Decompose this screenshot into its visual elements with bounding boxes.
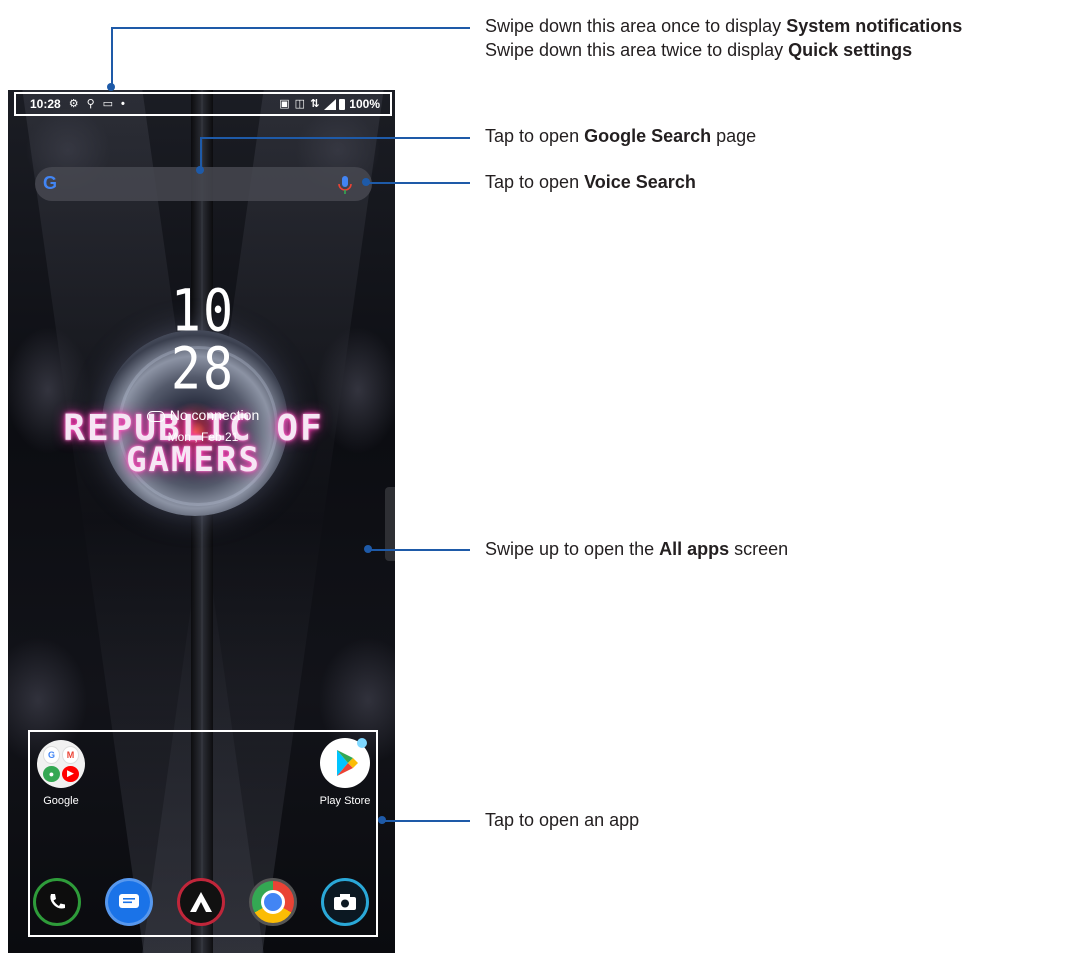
image-icon: ▭ — [102, 97, 114, 110]
callout-notifications-line1: Swipe down this area once to display Sys… — [485, 14, 962, 38]
callout-text: page — [711, 126, 757, 146]
messages-icon[interactable] — [105, 878, 153, 926]
callout-open-app: Tap to open an app — [485, 808, 639, 832]
google-mini-icon: G — [43, 746, 60, 764]
hd-voice-icon: ▣ — [279, 97, 290, 110]
phone-icon[interactable] — [33, 878, 81, 926]
callout-dot-search — [196, 166, 204, 174]
settings-icon: ⚙ — [68, 97, 79, 110]
callout-line-search-horizontal — [200, 137, 470, 139]
vibrate-icon: ◫ — [294, 97, 306, 110]
lte-icon: ⇅ — [310, 97, 320, 110]
google-folder-label: Google — [43, 795, 79, 807]
signal-icon — [324, 98, 337, 110]
callout-line-status-vertical — [111, 27, 113, 85]
callout-line-search-vertical — [200, 137, 202, 169]
callout-bold-text: Voice Search — [584, 172, 696, 192]
callout-all-apps: Swipe up to open the All apps screen — [485, 537, 788, 561]
callout-text: screen — [729, 539, 789, 559]
gmail-mini-icon: M — [62, 746, 79, 764]
callout-text: Tap to open — [485, 126, 585, 146]
weather-status[interactable]: No connection — [0, 407, 406, 423]
callout-voice-search: Tap to open Voice Search — [485, 170, 696, 194]
cloud-icon — [146, 410, 165, 422]
callout-bold-text: Quick settings — [788, 40, 913, 60]
camera-icon[interactable] — [321, 878, 369, 926]
status-time: 10:28 — [30, 97, 61, 111]
clock-hour[interactable]: 10 — [0, 278, 406, 345]
notification-dot — [357, 738, 367, 748]
weather-text: No connection — [169, 407, 260, 423]
battery-icon — [339, 98, 346, 110]
callout-text: Tap to open an app — [485, 810, 640, 830]
callout-line-voice — [366, 182, 470, 184]
callout-dot-voice — [362, 178, 370, 186]
status-right-group: ▣ ◫ ⇅ 100% — [274, 97, 380, 111]
callout-google-search: Tap to open Google Search page — [485, 124, 756, 148]
callout-dot-allapps — [364, 545, 372, 553]
callout-bold-text: System notifications — [786, 16, 963, 36]
date-text[interactable]: Mon , Feb 21 — [0, 430, 406, 444]
callout-dot-openapp — [378, 816, 386, 824]
clock-minute[interactable]: 28 — [0, 336, 406, 403]
callout-text: Swipe down this area once to display — [485, 16, 787, 36]
dot-icon: • — [121, 97, 125, 110]
play-store-label: Play Store — [319, 795, 371, 807]
callout-text: Swipe up to open the — [485, 539, 660, 559]
callout-notifications-line2: Swipe down this area twice to display Qu… — [485, 38, 962, 62]
phone-handset-icon — [50, 894, 65, 909]
status-bar[interactable]: 10:28 ⚙ ⚲ ▭ • ▣ ◫ ⇅ 100% — [14, 92, 392, 116]
chrome-icon[interactable] — [249, 878, 297, 926]
google-logo-icon: G — [43, 173, 58, 193]
armoury-crate-icon[interactable] — [177, 878, 225, 926]
maps-mini-icon: ● — [43, 765, 60, 782]
callout-bold-text: Google Search — [584, 126, 712, 146]
youtube-mini-icon: ▶ — [62, 765, 79, 782]
callout-line-openapp — [382, 820, 470, 822]
camera-body-icon — [334, 894, 356, 910]
callout-line-allapps — [368, 549, 470, 551]
callout-notifications: Swipe down this area once to display Sys… — [485, 14, 962, 62]
google-folder-icon[interactable]: G M ● ▶ — [37, 740, 85, 788]
google-search-bar[interactable]: G — [35, 167, 372, 201]
callout-line-status-horizontal — [111, 27, 470, 29]
callout-text: Swipe down this area twice to display — [485, 40, 789, 60]
callout-bold-text: All apps — [659, 539, 730, 559]
wallpaper-text-line2: GAMERS — [126, 440, 261, 480]
armoury-logo-icon — [190, 892, 212, 912]
mic-icon[interactable] — [336, 175, 354, 195]
pin-icon: ⚲ — [86, 97, 95, 110]
message-bubble-icon — [119, 894, 139, 908]
callout-text: Tap to open — [485, 172, 585, 192]
callout-dot-status — [107, 83, 115, 91]
battery-percent: 100% — [349, 97, 380, 111]
chrome-center-icon — [261, 890, 285, 914]
